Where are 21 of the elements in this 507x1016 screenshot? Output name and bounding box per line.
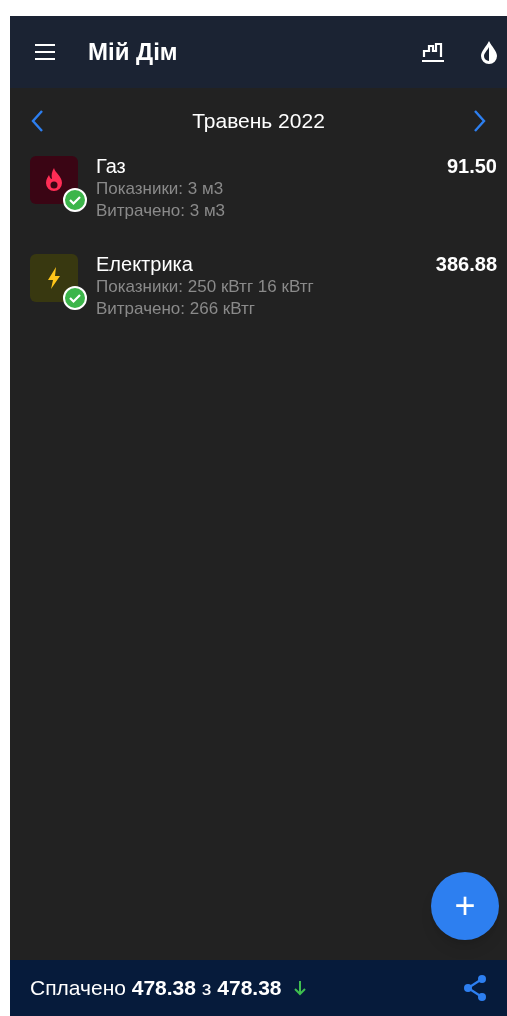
arrow-down-icon	[293, 980, 306, 996]
chevron-right-icon[interactable]	[473, 109, 487, 133]
app-title: Мій Дім	[88, 37, 178, 67]
lightning-icon	[46, 266, 62, 290]
utility-name: Електрика	[96, 252, 194, 276]
month-label: Травень 2022	[192, 108, 325, 135]
readings-text: Показники: 3 м3	[96, 178, 225, 200]
chevron-left-icon[interactable]	[30, 109, 44, 133]
payment-summary: Сплачено 478.38 з 478.38	[30, 975, 282, 1002]
readings-text: Показники: 250 кВтг 16 кВтг	[96, 276, 315, 298]
flame-icon	[43, 167, 65, 193]
share-icon[interactable]	[463, 975, 487, 1001]
amount: 386.88	[435, 252, 497, 276]
drop-icon[interactable]	[479, 39, 499, 65]
usage-text: Витрачено: 266 кВтг	[96, 298, 257, 320]
chart-icon[interactable]	[421, 41, 445, 63]
usage-text: Витрачено: 3 м3	[96, 200, 227, 222]
menu-icon[interactable]	[34, 43, 56, 61]
amount: 91.50	[446, 154, 497, 178]
utility-name: Газ	[96, 154, 127, 178]
add-button[interactable]: +	[431, 872, 499, 940]
